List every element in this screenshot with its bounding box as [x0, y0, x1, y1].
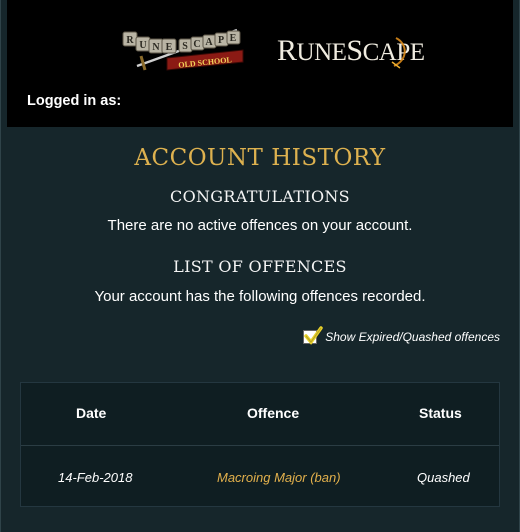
offences-table: Date Offence Status 14-Feb-2018 Macroing…	[20, 382, 500, 507]
table-row: 14-Feb-2018 Macroing Major (ban) Quashed	[21, 446, 499, 508]
check-icon	[304, 326, 323, 345]
offence-status: Quashed	[417, 470, 470, 485]
column-header-offence: Offence	[247, 405, 300, 421]
congrats-text: There are no active offences on your acc…	[107, 217, 413, 234]
svg-text:A: A	[205, 37, 213, 48]
list-text: Your account has the following offences …	[94, 288, 426, 305]
column-header-status: Status	[419, 405, 462, 421]
svg-text:N: N	[152, 42, 160, 53]
svg-text:P: P	[218, 35, 224, 46]
show-expired-label[interactable]: Show Expired/Quashed offences	[325, 330, 500, 344]
site-header: R U N E S C A P E OLD SCHOOL RUNESCAPE L…	[7, 0, 513, 127]
svg-text:S: S	[182, 41, 188, 52]
osrs-logo[interactable]: R U N E S C A P E OLD SCHOOL	[119, 26, 249, 74]
offence-name: Macroing Major (ban)	[217, 470, 341, 485]
logo-letter: R	[126, 35, 134, 46]
svg-text:E: E	[166, 42, 173, 53]
congrats-heading: CONGRATULATIONS	[170, 187, 350, 206]
runescape-logo[interactable]: RUNESCAPE	[277, 36, 425, 69]
logged-in-label: Logged in as:	[27, 93, 122, 109]
svg-text:U: U	[139, 40, 146, 51]
svg-text:C: C	[193, 39, 200, 50]
show-expired-toggle[interactable]: Show Expired/Quashed offences	[303, 326, 500, 345]
show-expired-checkbox[interactable]	[303, 326, 323, 345]
list-heading: LIST OF OFFENCES	[173, 257, 347, 276]
offence-date: 14-Feb-2018	[58, 470, 133, 485]
page-title: ACCOUNT HISTORY	[134, 145, 386, 171]
svg-text:E: E	[230, 33, 237, 44]
column-header-date: Date	[76, 405, 107, 421]
table-header: Date Offence Status	[21, 383, 499, 446]
